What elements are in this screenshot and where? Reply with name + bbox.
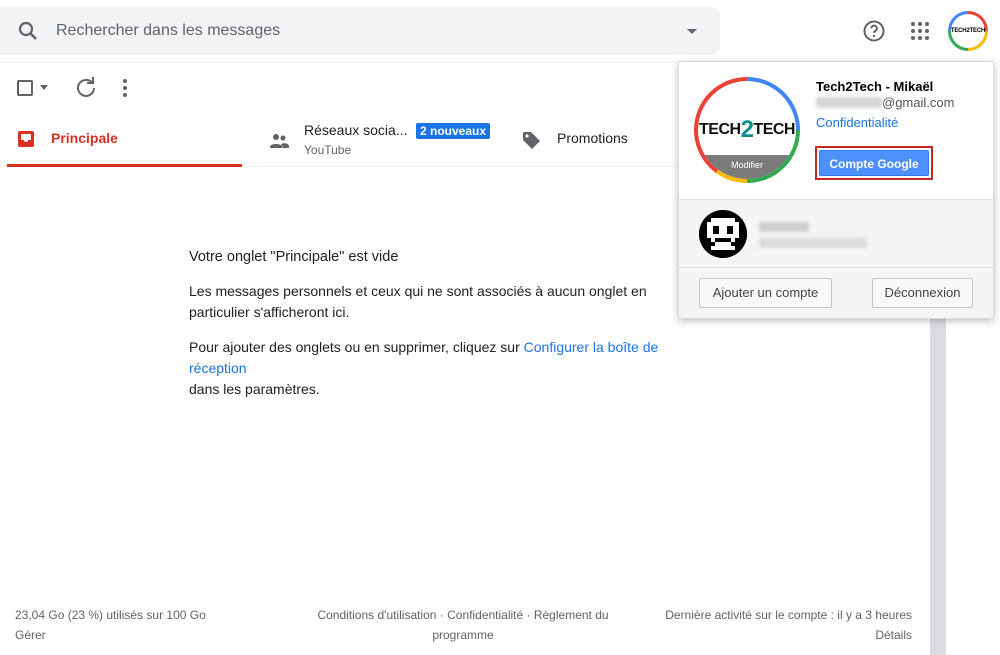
profile-avatar[interactable]: TECH2TECH Modifier <box>694 77 800 183</box>
empty-state-help: Pour ajouter des onglets ou en supprimer… <box>189 337 709 400</box>
profile-avatar-image: TECH2TECH Modifier <box>698 81 796 179</box>
add-account-button[interactable]: Ajouter un compte <box>699 278 832 308</box>
account-activity: Dernière activité sur le compte : il y a… <box>640 605 912 645</box>
top-bar: TECH2TECH <box>0 0 1000 62</box>
people-icon <box>270 134 289 148</box>
modify-photo-button[interactable]: Modifier <box>698 155 796 179</box>
storage-usage: 23,04 Go (23 %) utilisés sur 100 Go <box>15 608 206 622</box>
last-activity: Dernière activité sur le compte : il y a… <box>665 608 912 622</box>
tab-principale[interactable]: Principale <box>7 112 242 167</box>
activity-details-link[interactable]: Détails <box>640 625 912 645</box>
footer-links[interactable]: Conditions d'utilisation · Confidentiali… <box>300 605 626 645</box>
more-options-icon[interactable] <box>113 76 137 100</box>
account-email: @gmail.com <box>816 95 954 110</box>
manage-storage-link[interactable]: Gérer <box>15 625 206 645</box>
search-icon[interactable] <box>16 19 40 43</box>
tab-reseaux-label: Réseaux socia... <box>304 122 408 138</box>
other-account-name-redacted <box>759 222 809 232</box>
logo-right: TECH <box>753 121 795 138</box>
account-avatar-logo: TECH2TECH <box>951 14 985 48</box>
inbox-icon <box>18 131 34 147</box>
empty-state-title: Votre onglet "Principale" est vide <box>189 249 399 265</box>
select-dropdown-icon[interactable] <box>40 85 48 90</box>
tab-principale-label: Principale <box>51 130 118 146</box>
tech2tech-logo: TECH2TECH <box>698 116 796 144</box>
account-popup: TECH2TECH Modifier Tech2Tech - Mikaël @g… <box>678 61 994 319</box>
popup-actions: Ajouter un compte Déconnexion <box>679 268 993 318</box>
apps-grid-icon[interactable] <box>904 15 936 47</box>
storage-info: 23,04 Go (23 %) utilisés sur 100 Go Gére… <box>15 605 206 645</box>
tag-icon <box>523 132 540 149</box>
other-account-avatar <box>699 210 747 258</box>
terms-links[interactable]: Conditions d'utilisation · Confidentiali… <box>317 608 608 642</box>
empty-state-text: Les messages personnels et ceux qui ne s… <box>189 283 647 320</box>
account-avatar[interactable]: TECH2TECH <box>948 11 988 51</box>
search-bar[interactable] <box>0 7 720 55</box>
help-text-prefix: Pour ajouter des onglets ou en supprimer… <box>189 339 524 355</box>
other-account-email-redacted <box>759 238 867 248</box>
help-icon[interactable] <box>858 15 890 47</box>
privacy-link[interactable]: Confidentialité <box>816 115 898 130</box>
google-account-button[interactable]: Compte Google <box>819 150 929 176</box>
refresh-icon[interactable] <box>74 76 98 100</box>
tab-reseaux-sociaux[interactable]: Réseaux socia... 2 nouveaux YouTube <box>258 112 498 167</box>
help-text-suffix: dans les paramètres. <box>189 381 320 397</box>
empty-state: Votre onglet "Principale" est vide Les m… <box>189 249 709 414</box>
email-redacted <box>816 97 882 108</box>
account-name: Tech2Tech - Mikaël <box>816 79 934 94</box>
search-input[interactable] <box>56 19 656 43</box>
tab-reseaux-sender: YouTube <box>304 143 352 157</box>
search-options-dropdown-icon[interactable] <box>680 19 704 43</box>
pixel-face-icon <box>699 210 747 258</box>
select-all-checkbox[interactable] <box>17 80 33 96</box>
tab-promotions-label: Promotions <box>557 130 628 146</box>
other-account-row[interactable] <box>679 199 993 268</box>
new-count-badge: 2 nouveaux <box>416 123 491 139</box>
logo-two: 2 <box>740 116 754 143</box>
google-account-highlight: Compte Google <box>815 146 933 180</box>
logout-button[interactable]: Déconnexion <box>872 278 973 308</box>
email-domain: @gmail.com <box>882 95 955 110</box>
logo-left: TECH <box>699 121 741 138</box>
